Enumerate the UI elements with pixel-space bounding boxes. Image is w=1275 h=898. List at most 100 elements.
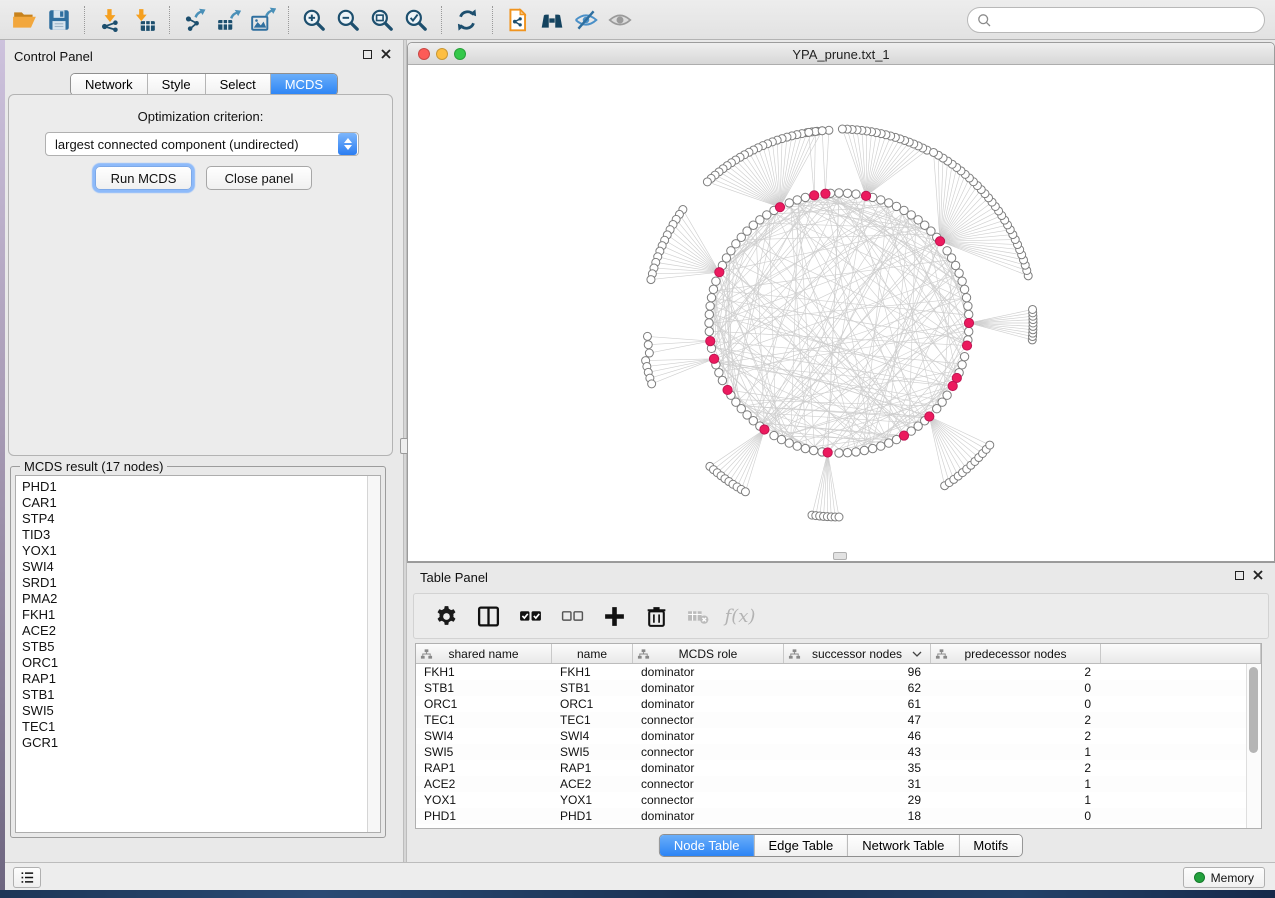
search-network-button[interactable] [535, 4, 569, 36]
mcds-node[interactable] [760, 425, 769, 434]
leaf-node[interactable] [835, 513, 843, 521]
horizontal-splitter-handle[interactable] [833, 552, 847, 560]
network-node[interactable] [877, 196, 885, 204]
apply-layout-button[interactable] [450, 4, 484, 36]
zoom-in-button[interactable] [297, 4, 331, 36]
zoom-out-button[interactable] [331, 4, 365, 36]
tab-edge-table[interactable]: Edge Table [753, 835, 847, 856]
mcds-result-item[interactable]: FKH1 [22, 607, 380, 623]
network-node[interactable] [777, 435, 785, 443]
network-node[interactable] [785, 199, 793, 207]
search-input[interactable] [992, 10, 1264, 30]
mcds-result-item[interactable]: STP4 [22, 511, 380, 527]
column-header-predecessor-nodes[interactable]: predecessor nodes [931, 644, 1101, 663]
deselect-all-button[interactable] [554, 598, 590, 634]
mcds-result-item[interactable]: TID3 [22, 527, 380, 543]
mcds-result-item[interactable]: STB1 [22, 687, 380, 703]
float-table-panel-icon[interactable] [1235, 571, 1244, 580]
column-header-shared-name[interactable]: shared name [416, 644, 552, 663]
first-neighbors-button[interactable] [501, 4, 535, 36]
float-panel-icon[interactable] [363, 50, 372, 59]
table-scrollbar-thumb[interactable] [1249, 667, 1258, 753]
network-node[interactable] [718, 376, 726, 384]
column-header-MCDS-role[interactable]: MCDS role [633, 644, 784, 663]
mcds-node[interactable] [899, 431, 908, 440]
network-node[interactable] [785, 439, 793, 447]
network-node[interactable] [706, 302, 714, 310]
close-panel-button[interactable]: Close panel [206, 166, 312, 190]
network-view-canvas[interactable] [408, 65, 1274, 561]
network-node[interactable] [835, 189, 843, 197]
leaf-node[interactable] [644, 341, 652, 349]
mcds-result-item[interactable]: ACE2 [22, 623, 380, 639]
save-session-button[interactable] [42, 4, 76, 36]
mcds-node[interactable] [715, 268, 724, 277]
network-node[interactable] [965, 327, 973, 335]
export-table-button[interactable] [212, 4, 246, 36]
leaf-node[interactable] [986, 441, 994, 449]
network-node[interactable] [885, 199, 893, 207]
mcds-node[interactable] [706, 336, 715, 345]
mcds-node[interactable] [935, 237, 944, 246]
table-scrollbar[interactable] [1246, 664, 1261, 828]
network-node[interactable] [960, 352, 968, 360]
show-columns-button[interactable] [470, 598, 506, 634]
leaf-node[interactable] [930, 148, 938, 156]
network-node[interactable] [843, 189, 851, 197]
mcds-result-item[interactable]: SWI4 [22, 559, 380, 575]
mcds-node[interactable] [948, 381, 957, 390]
mcds-result-item[interactable]: TEC1 [22, 719, 380, 735]
delete-table-button[interactable] [680, 598, 716, 634]
leaf-node[interactable] [645, 349, 653, 357]
network-node[interactable] [960, 285, 968, 293]
function-builder-button[interactable]: f(x) [722, 598, 758, 634]
network-node[interactable] [707, 293, 715, 301]
leaf-node[interactable] [818, 127, 826, 135]
tab-mcds[interactable]: MCDS [270, 74, 337, 95]
network-node[interactable] [877, 442, 885, 450]
network-node[interactable] [958, 361, 966, 369]
mcds-node[interactable] [821, 189, 830, 198]
open-session-button[interactable] [8, 4, 42, 36]
mcds-result-item[interactable]: RAP1 [22, 671, 380, 687]
table-row[interactable]: STB1STB1dominator620 [416, 680, 1246, 696]
mcds-node[interactable] [964, 318, 973, 327]
network-node[interactable] [965, 310, 973, 318]
network-node[interactable] [964, 302, 972, 310]
network-node[interactable] [705, 310, 713, 318]
tab-motifs[interactable]: Motifs [958, 835, 1022, 856]
run-mcds-button[interactable]: Run MCDS [95, 166, 192, 190]
network-node[interactable] [843, 449, 851, 457]
leaf-node[interactable] [647, 276, 655, 284]
table-row[interactable]: YOX1YOX1connector291 [416, 792, 1246, 808]
network-node[interactable] [958, 277, 966, 285]
select-all-button[interactable] [512, 598, 548, 634]
network-window-titlebar[interactable]: YPA_prune.txt_1 [408, 43, 1274, 65]
import-table-button[interactable] [127, 4, 161, 36]
mcds-result-item[interactable]: SWI5 [22, 703, 380, 719]
network-node[interactable] [962, 293, 970, 301]
leaf-node[interactable] [643, 332, 651, 340]
network-node[interactable] [712, 277, 720, 285]
task-history-button[interactable] [13, 867, 41, 888]
network-node[interactable] [943, 391, 951, 399]
network-node[interactable] [709, 285, 717, 293]
network-node[interactable] [852, 190, 860, 198]
hide-selected-button[interactable] [569, 4, 603, 36]
network-node[interactable] [835, 449, 843, 457]
tab-network[interactable]: Network [71, 74, 147, 95]
network-node[interactable] [715, 369, 723, 377]
leaf-node[interactable] [838, 125, 846, 133]
tab-network-table[interactable]: Network Table [847, 835, 958, 856]
leaf-node[interactable] [805, 128, 813, 136]
show-all-button[interactable] [603, 4, 637, 36]
table-row[interactable]: TEC1TEC1connector472 [416, 712, 1246, 728]
column-header-name[interactable]: name [552, 644, 633, 663]
column-header-successor-nodes[interactable]: successor nodes [784, 644, 931, 663]
network-node[interactable] [943, 247, 951, 255]
export-network-button[interactable] [178, 4, 212, 36]
table-row[interactable]: ACE2ACE2connector311 [416, 776, 1246, 792]
mcds-node[interactable] [861, 191, 870, 200]
network-node[interactable] [793, 442, 801, 450]
leaf-node[interactable] [648, 380, 656, 388]
